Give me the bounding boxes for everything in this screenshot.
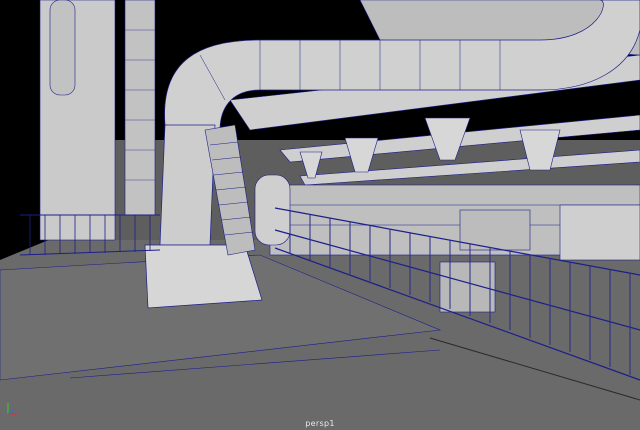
scene-render[interactable] — [0, 0, 640, 430]
light-cone-2 — [344, 137, 379, 173]
crate-stack — [559, 204, 640, 261]
light-cone-3 — [299, 151, 323, 179]
camera-label: persp1 — [305, 419, 335, 428]
pipe-elbow — [49, 0, 76, 96]
crate-grid — [439, 261, 496, 313]
axis-gizmo-icon — [7, 403, 18, 415]
duct-support-pillar — [159, 124, 216, 246]
vertical-pipe — [124, 0, 156, 216]
pillar-base-slab — [144, 244, 263, 309]
viewport-panel[interactable]: persp1 — [0, 0, 640, 430]
